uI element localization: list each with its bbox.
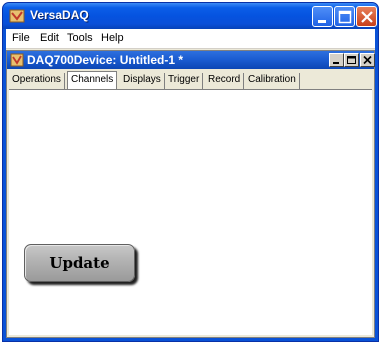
- minimize-icon: [333, 62, 339, 64]
- tab-channels[interactable]: Channels: [67, 71, 118, 90]
- tab-record[interactable]: Record: [205, 73, 245, 89]
- device-close-button[interactable]: [360, 53, 375, 67]
- versadaq-window: VersaDAQ File Edit Tools Help DAQ700Devi…: [2, 2, 379, 342]
- close-icon: [361, 11, 373, 23]
- menu-edit[interactable]: Edit: [40, 32, 59, 44]
- menu-help[interactable]: Help: [101, 32, 124, 44]
- device-window-title: DAQ700Device: Untitled-1 *: [27, 53, 184, 67]
- channels-panel: Update: [9, 89, 372, 335]
- minimize-icon: [318, 20, 326, 23]
- maximize-icon: [338, 10, 352, 24]
- menu-tools[interactable]: Tools: [67, 32, 93, 44]
- tab-displays[interactable]: Displays: [120, 73, 165, 89]
- maximize-button[interactable]: [334, 6, 355, 27]
- tab-trigger[interactable]: Trigger: [165, 73, 204, 89]
- document-icon: [10, 53, 24, 67]
- window-title: VersaDAQ: [30, 8, 89, 22]
- tab-operations[interactable]: Operations: [9, 73, 65, 89]
- device-maximize-button[interactable]: [344, 53, 359, 67]
- device-window-titlebar[interactable]: DAQ700Device: Untitled-1 *: [7, 51, 375, 69]
- device-minimize-button[interactable]: [329, 53, 344, 67]
- tab-calibration[interactable]: Calibration: [245, 73, 300, 89]
- window-titlebar[interactable]: VersaDAQ: [3, 3, 378, 29]
- menu-file[interactable]: File: [12, 32, 30, 44]
- app-icon: [9, 9, 25, 23]
- menu-bar: File Edit Tools Help: [6, 29, 375, 49]
- tab-strip: Operations Channels Displays Trigger Rec…: [9, 71, 372, 90]
- device-window: DAQ700Device: Untitled-1 * Operations Ch…: [6, 50, 375, 338]
- window-client-area: File Edit Tools Help DAQ700Device: Untit…: [6, 29, 375, 338]
- close-icon: [363, 55, 372, 65]
- maximize-icon: [347, 56, 356, 64]
- update-button[interactable]: Update: [24, 244, 135, 282]
- minimize-button[interactable]: [312, 6, 333, 27]
- close-button[interactable]: [356, 6, 377, 27]
